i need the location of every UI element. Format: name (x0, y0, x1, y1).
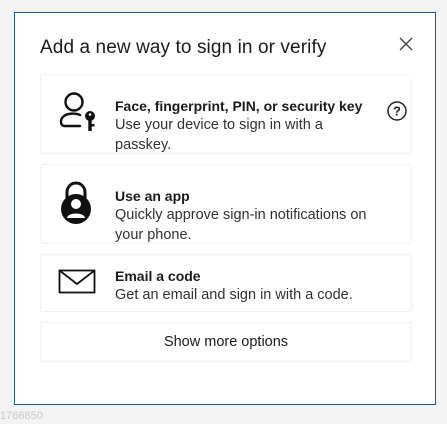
passkey-person-icon (59, 92, 95, 131)
option-description: Get an email and sign in with a code. (115, 287, 353, 303)
show-more-options-button[interactable]: Show more options (41, 323, 411, 361)
option-use-app[interactable]: Use an app Quickly approve sign-in notif… (41, 165, 411, 243)
option-email-code[interactable]: Email a code Get an email and sign in wi… (41, 255, 411, 311)
option-title: Face, fingerprint, PIN, or security key (115, 98, 363, 114)
envelope-icon (58, 269, 96, 294)
option-passkey[interactable]: Face, fingerprint, PIN, or security key … (41, 75, 411, 153)
close-button[interactable] (395, 33, 417, 55)
close-icon (399, 37, 413, 51)
background-text-fragment: 1766850 (0, 410, 43, 422)
option-title: Email a code (115, 268, 201, 284)
authenticator-app-icon (61, 181, 91, 224)
option-description: Quickly approve sign-in notifications on… (115, 207, 367, 243)
svg-text:?: ? (393, 104, 401, 119)
dialog-title: Add a new way to sign in or verify (40, 37, 327, 58)
option-title: Use an app (115, 188, 190, 204)
help-circle-icon[interactable]: ? (386, 100, 408, 122)
option-description: Use your device to sign in with a passke… (115, 117, 323, 153)
add-sign-in-method-dialog: Add a new way to sign in or verify Face,… (14, 12, 436, 405)
